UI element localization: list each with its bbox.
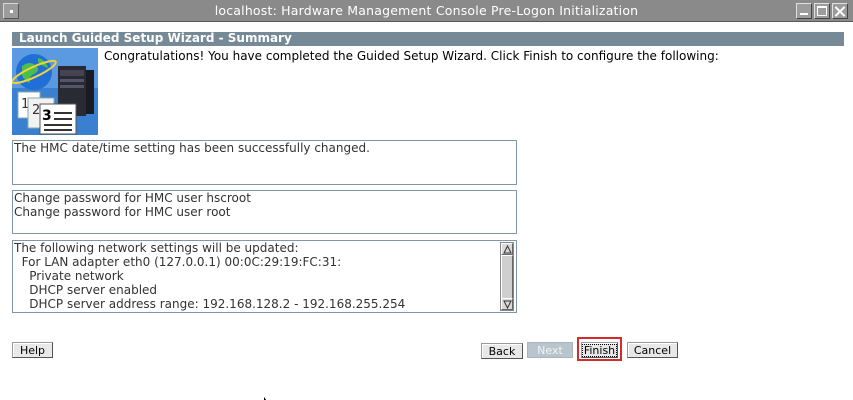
- summary-line: The HMC date/time setting has been succe…: [14, 141, 370, 155]
- svg-text:2: 2: [32, 103, 40, 118]
- summary-line: Private network: [14, 269, 124, 283]
- summary-line: Change password for HMC user root: [14, 205, 231, 219]
- summary-line: For LAN adapter eth0 (127.0.0.1) 00:0C:2…: [14, 255, 342, 269]
- finish-button[interactable]: Finish: [581, 342, 618, 358]
- minimize-icon[interactable]: [796, 3, 812, 19]
- summary-password-box: Change password for HMC user hscroot Cha…: [12, 190, 517, 234]
- summary-datetime-box: The HMC date/time setting has been succe…: [12, 140, 517, 185]
- summary-line: DHCP server address range: 192.168.128.2…: [14, 297, 406, 311]
- help-button[interactable]: Help: [12, 342, 53, 358]
- summary-line: Change password for HMC user hscroot: [14, 191, 251, 205]
- svg-text:3: 3: [42, 108, 52, 124]
- vertical-scrollbar[interactable]: [500, 242, 514, 311]
- close-icon[interactable]: [832, 3, 848, 19]
- wizard-header: Launch Guided Setup Wizard - Summary: [12, 31, 844, 46]
- wizard-header-title: Launch Guided Setup Wizard - Summary: [19, 31, 292, 45]
- intro-text: Congratulations! You have completed the …: [104, 49, 719, 63]
- maximize-icon[interactable]: [814, 3, 830, 19]
- cancel-button[interactable]: Cancel: [627, 342, 678, 358]
- next-button[interactable]: Next: [527, 342, 573, 358]
- summary-network-box[interactable]: The following network settings will be u…: [12, 240, 517, 313]
- wizard-globe-server-icon: 1 2 3: [11, 48, 98, 135]
- summary-line: DHCP server enabled: [14, 283, 158, 297]
- mouse-pointer-icon: [264, 393, 272, 400]
- back-button[interactable]: Back: [481, 343, 523, 359]
- window-title-bar[interactable]: localhost: Hardware Management Console P…: [0, 0, 853, 22]
- scrollbar-thumb[interactable]: [501, 255, 513, 299]
- window-title: localhost: Hardware Management Console P…: [214, 3, 639, 18]
- finish-button-label: Finish: [581, 343, 618, 357]
- scroll-up-arrow-icon[interactable]: [501, 243, 513, 255]
- scroll-down-arrow-icon[interactable]: [501, 298, 513, 310]
- summary-line: The following network settings will be u…: [14, 241, 299, 255]
